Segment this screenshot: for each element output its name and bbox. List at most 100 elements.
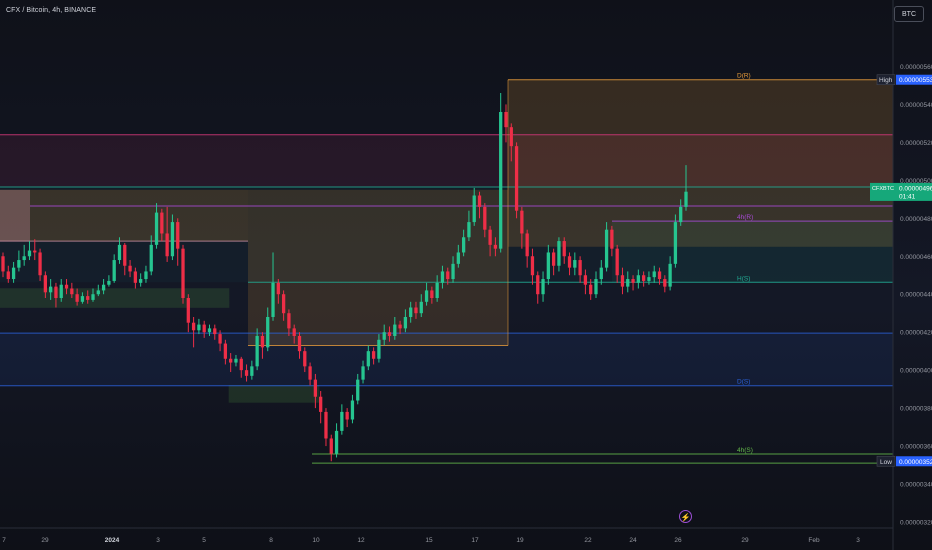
candle-body [64,284,69,289]
candle-body [191,322,196,331]
candle-body [160,212,164,234]
candle-body [149,244,153,272]
y-tick-label: 0.00000400 [900,368,932,375]
low-value-label: 0.00000352 [899,459,932,466]
candle-body [250,366,254,376]
candle-body [642,275,646,281]
candle-body [6,271,10,280]
x-tick-label: 17 [471,537,479,544]
y-tick-label: 0.00000320 [900,520,932,527]
candle-body [356,379,360,401]
x-tick-label: 8 [269,537,273,544]
level-label: 4h(R) [737,214,753,221]
candle-body [281,294,286,314]
candle-body [583,275,588,285]
candle-body [91,294,95,300]
candle-body [446,271,450,280]
pink-block [0,189,30,242]
candle-body [324,411,328,439]
candle-body [424,290,429,302]
candle-body [477,195,482,207]
candle-body [610,229,614,249]
candle-body [652,271,656,278]
candle-body [128,265,132,272]
candle-body [419,301,423,314]
candle-body [271,282,275,317]
candle-body [38,252,42,276]
green-box-1 [0,288,230,308]
time-axis: 7 29 2024 3 5 8 10 12 15 17 19 22 24 26 29 Feb 3 [0,527,893,544]
x-tick-label: 7 [2,537,6,544]
candle-body [684,191,688,207]
candle-body [33,250,37,253]
candle-body [287,313,291,329]
y-tick-label: 0.00000460 [900,254,932,261]
x-tick-label: 15 [425,537,433,544]
candle-body [11,267,16,280]
low-tag-label: Low [880,459,892,466]
candle-body [435,282,439,299]
currency-button[interactable]: BTC [894,6,924,22]
candlestick-chart[interactable]: D(R) 4h(R) H(S) D(S) 4h(S) 0.00000560 0.000005… [0,0,932,550]
candle-body [202,324,206,333]
candle-body [573,260,577,268]
candle-body [144,271,148,280]
candle-body [292,328,296,336]
candle-body [223,343,228,359]
candle-body [181,248,185,299]
candle-body [514,146,519,211]
candle-body [244,370,249,376]
candle-body [536,275,540,295]
candle-body [107,280,111,285]
candle-body [620,275,625,287]
candle-body [562,241,566,257]
x-tick-label: 5 [202,537,206,544]
flash-icon[interactable]: ⚡ [679,510,692,523]
candle-body [509,127,513,147]
candle-body [329,438,333,454]
candle-body [22,256,26,261]
current-value-label: 0.00000496 [899,185,932,192]
candle-body [1,256,5,272]
candle-body [377,339,381,359]
candle-body [229,358,233,363]
candle-body [488,229,492,245]
x-tick-label: 12 [357,537,365,544]
candle-body [647,277,651,281]
candle-body [350,400,355,420]
countdown-label: 01:41 [899,193,916,200]
candle-body [234,358,238,363]
candle-body [186,298,190,323]
candle-body [27,250,32,257]
y-tick-label: 0.00000480 [900,216,932,223]
high-value-label: 0.00000553 [899,77,932,84]
level-label: H(S) [737,275,750,282]
x-tick-label: 29 [41,537,49,544]
chart-area[interactable]: D(R) 4h(R) H(S) D(S) 4h(S) 0.00000560 0.000005… [0,0,932,550]
candle-body [636,275,640,283]
candle-body [541,279,545,295]
chart-title: CFX / Bitcoin, 4h, BINANCE [6,7,97,14]
x-tick-label: 29 [741,537,749,544]
candle-body [604,229,609,268]
candle-body [154,212,159,245]
candle-body [170,222,175,257]
candle-body [451,263,455,280]
x-tick-label: 19 [516,537,524,544]
candle-body [218,334,222,344]
candle-body [467,222,471,238]
candle-body [387,332,392,336]
candle-body [551,252,556,266]
candle-body [176,222,180,249]
x-tick-label: 22 [584,537,592,544]
candle-body [96,290,100,295]
candle-body [123,244,127,266]
level-label: D(S) [737,379,750,386]
candle-body [17,260,21,268]
candle-body [345,411,349,420]
x-tick-label: 3 [156,537,160,544]
candle-body [260,335,265,348]
x-tick-label: 2024 [105,537,120,544]
y-tick-label: 0.00000340 [900,482,932,489]
candle-body [398,324,402,329]
